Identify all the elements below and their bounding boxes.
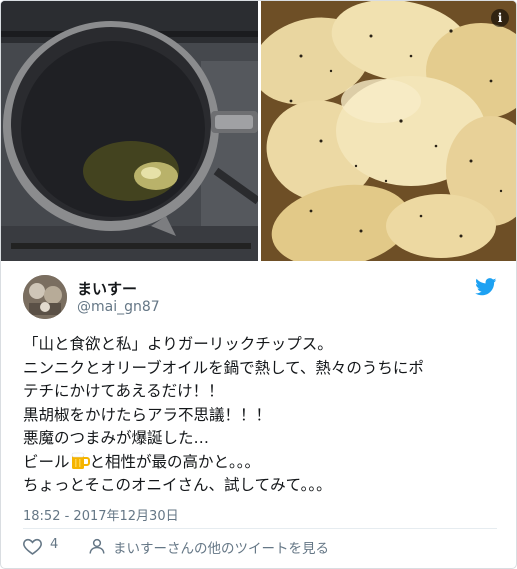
tweet-timestamp[interactable]: 18:52 - 2017年12月30日: [23, 505, 179, 524]
tweet-text-segment: と相性が最の高かと。。。: [89, 452, 261, 471]
tweet-text: 「山と食欲と私」よりガーリックチップス。 ニンニクとオリーブオイルを鍋で熱して、…: [23, 333, 498, 498]
like-count[interactable]: 4: [50, 537, 58, 552]
tweet-line: ちょっとそこのオニイさん、試してみて。。。: [23, 476, 332, 494]
tweet-header: まいすー @mai_gn87: [23, 273, 503, 323]
beer-mug-icon: [70, 452, 90, 470]
tweet-photos: i: [1, 1, 516, 261]
info-icon[interactable]: i: [491, 9, 509, 27]
more-tweets-link[interactable]: まいすーさんの他のツイートを見る: [113, 537, 329, 557]
photo-garlic-chips[interactable]: i: [261, 1, 516, 261]
tweet-line: 黒胡椒をかけたらアラ不思議！！！: [23, 405, 272, 424]
avatar[interactable]: [23, 275, 67, 319]
heart-icon[interactable]: [23, 537, 42, 555]
display-name[interactable]: まいすー: [77, 278, 137, 299]
tweet-line: 「山と食欲と私」よりガーリックチップス。: [23, 335, 333, 353]
divider: [23, 528, 497, 529]
person-icon[interactable]: [88, 537, 106, 555]
user-handle[interactable]: @mai_gn87: [77, 299, 160, 315]
embedded-tweet-card: i まいすー @mai_gn87 「山と食欲と私」よりガーリックチップス。 ニン…: [0, 0, 517, 569]
tweet-line: 悪魔のつまみが爆誕した…: [23, 429, 210, 447]
tweet-actions: 4 まいすーさんの他のツイートを見る: [23, 535, 503, 557]
tweet-text-segment: ビール: [23, 452, 70, 471]
tweet-line: テチにかけてあえるだけ！！: [23, 382, 224, 400]
tweet-line-beer: ビール と相性が最の高かと。。。: [23, 451, 498, 475]
twitter-bird-icon[interactable]: [475, 278, 497, 296]
tweet-line: ニンニクとオリーブオイルを鍋で熱して、熱々のうちにポ: [23, 358, 424, 377]
photo-pan[interactable]: [1, 1, 258, 261]
